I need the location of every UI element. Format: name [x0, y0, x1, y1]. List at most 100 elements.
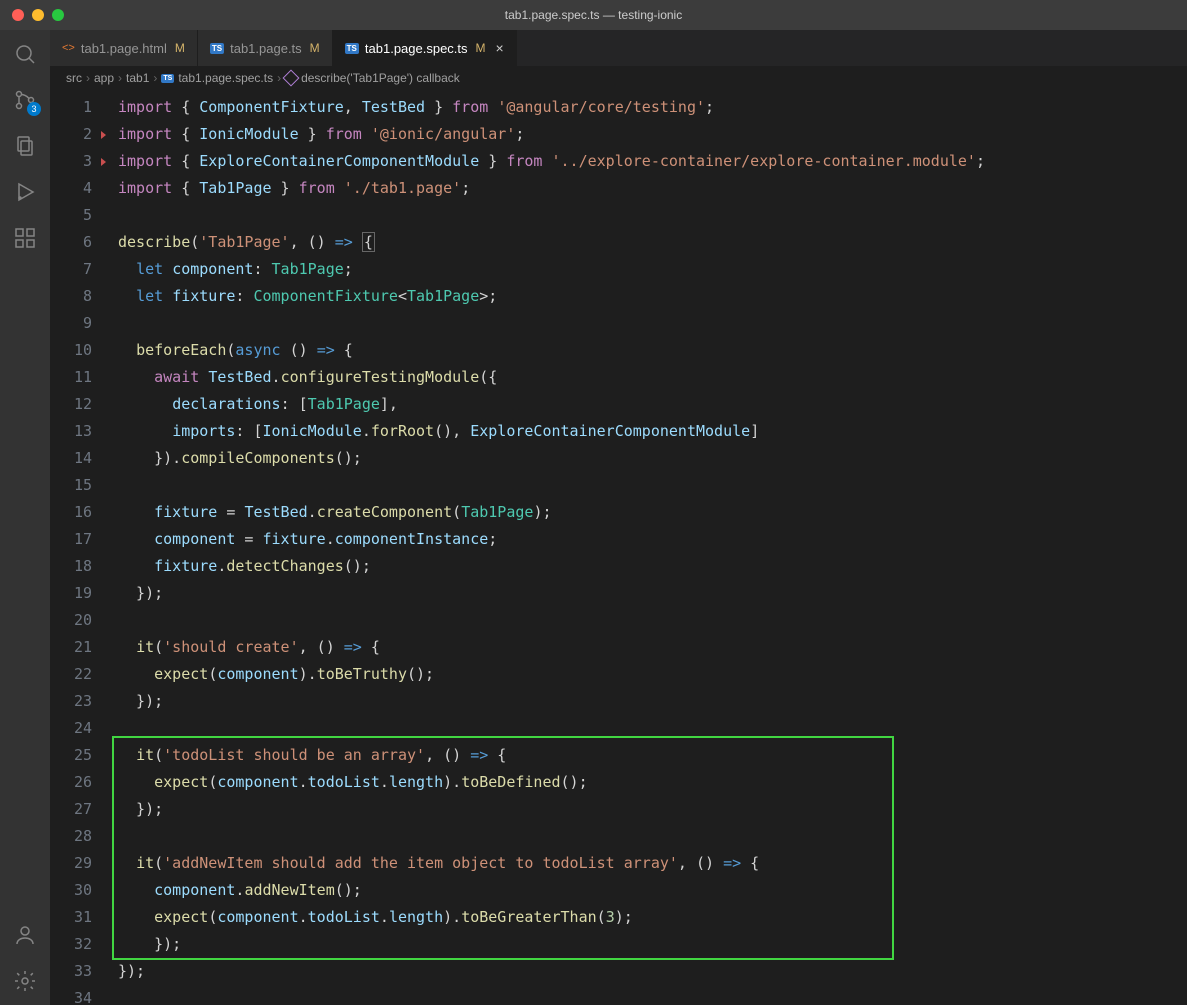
line-number: 12 [50, 391, 92, 418]
code-line[interactable]: await TestBed.configureTestingModule({ [118, 364, 1187, 391]
line-number: 13 [50, 418, 92, 445]
line-number: 6 [50, 229, 92, 256]
tab-tab1-page-html[interactable]: <> tab1.page.html M [50, 30, 198, 66]
code-line[interactable] [118, 823, 1187, 850]
scm-badge: 3 [27, 102, 41, 116]
breadcrumb-segment[interactable]: tab1.page.spec.ts [178, 71, 273, 85]
line-number-gutter: 1234567891011121314151617181920212223242… [50, 90, 110, 1005]
explorer-icon[interactable] [11, 132, 39, 160]
code-line[interactable]: }); [118, 796, 1187, 823]
line-number: 34 [50, 985, 92, 1005]
tab-tab1-page-spec-ts[interactable]: TStab1.page.spec.tsM× [333, 30, 517, 66]
code-line[interactable]: fixture = TestBed.createComponent(Tab1Pa… [118, 499, 1187, 526]
ts-file-icon: TS [345, 43, 359, 54]
close-window-button[interactable] [12, 9, 24, 21]
code-line[interactable]: it('addNewItem should add the item objec… [118, 850, 1187, 877]
line-number: 26 [50, 769, 92, 796]
code-line[interactable]: it('should create', () => { [118, 634, 1187, 661]
breadcrumb-segment[interactable]: tab1 [126, 71, 149, 85]
line-number: 8 [50, 283, 92, 310]
titlebar: tab1.page.spec.ts — testing-ionic [0, 0, 1187, 30]
breadcrumb-segment[interactable]: src [66, 71, 82, 85]
line-number: 11 [50, 364, 92, 391]
line-number: 7 [50, 256, 92, 283]
breadcrumb-separator-icon: › [86, 71, 90, 85]
line-number: 18 [50, 553, 92, 580]
tabs-bar: <> tab1.page.html M TS tab1.page.ts M TS tab1.p… [50, 30, 1187, 66]
accounts-icon[interactable] [11, 921, 39, 949]
window-controls [0, 9, 64, 21]
code-line[interactable]: }); [118, 580, 1187, 607]
code-line[interactable]: declarations: [Tab1Page], [118, 391, 1187, 418]
code-line[interactable]: imports: [IonicModule.forRoot(), Explore… [118, 418, 1187, 445]
line-number: 31 [50, 904, 92, 931]
code-line[interactable]: import { IonicModule } from '@ionic/angu… [118, 121, 1187, 148]
source-control-icon[interactable]: 3 [11, 86, 39, 114]
code-line[interactable]: import { ComponentFixture, TestBed } fro… [118, 94, 1187, 121]
code-line[interactable]: expect(component.todoList.length).toBeGr… [118, 904, 1187, 931]
code-line[interactable]: let component: Tab1Page; [118, 256, 1187, 283]
code-line[interactable]: }); [118, 931, 1187, 958]
code-line[interactable]: beforeEach(async () => { [118, 337, 1187, 364]
line-number: 28 [50, 823, 92, 850]
code-line[interactable] [118, 472, 1187, 499]
code-line[interactable]: import { Tab1Page } from './tab1.page'; [118, 175, 1187, 202]
line-number: 19 [50, 580, 92, 607]
tab-label: tab1.page.html [81, 41, 167, 56]
minimize-window-button[interactable] [32, 9, 44, 21]
code-line[interactable] [118, 607, 1187, 634]
code-line[interactable]: }); [118, 688, 1187, 715]
line-number: 21 [50, 634, 92, 661]
code-line[interactable] [118, 202, 1187, 229]
code-line[interactable]: it('todoList should be an array', () => … [118, 742, 1187, 769]
window-title: tab1.page.spec.ts — testing-ionic [505, 8, 682, 22]
code-line[interactable]: expect(component.todoList.length).toBeDe… [118, 769, 1187, 796]
code-line[interactable]: fixture.detectChanges(); [118, 553, 1187, 580]
code-line[interactable] [118, 715, 1187, 742]
maximize-window-button[interactable] [52, 9, 64, 21]
code-line[interactable]: let fixture: ComponentFixture<Tab1Page>; [118, 283, 1187, 310]
html-file-icon: <> [62, 42, 75, 54]
line-number: 27 [50, 796, 92, 823]
code-content[interactable]: import { ComponentFixture, TestBed } fro… [110, 90, 1187, 1005]
code-line[interactable]: describe('Tab1Page', () => { [118, 229, 1187, 256]
line-number: 3 [50, 148, 92, 175]
code-line[interactable]: component.addNewItem(); [118, 877, 1187, 904]
line-number: 24 [50, 715, 92, 742]
breadcrumbs[interactable]: src›app›tab1›TStab1.page.spec.ts› descri… [50, 66, 1187, 90]
tab-tab1-page-ts[interactable]: TS tab1.page.ts M [198, 30, 333, 66]
modified-indicator: M [310, 41, 320, 55]
code-line[interactable] [118, 310, 1187, 337]
search-icon[interactable] [11, 40, 39, 68]
code-line[interactable] [118, 985, 1187, 1005]
code-line[interactable]: }).compileComponents(); [118, 445, 1187, 472]
breadcrumb-segment[interactable]: describe('Tab1Page') callback [301, 71, 460, 85]
settings-icon[interactable] [11, 967, 39, 995]
tab-label: tab1.page.spec.ts [365, 41, 468, 56]
line-number: 16 [50, 499, 92, 526]
gutter-marker-icon [101, 131, 106, 139]
code-line[interactable]: import { ExploreContainerComponentModule… [118, 148, 1187, 175]
ts-file-icon: TS [210, 43, 224, 54]
breadcrumb-segment[interactable]: app [94, 71, 114, 85]
line-number: 29 [50, 850, 92, 877]
code-line[interactable]: }); [118, 958, 1187, 985]
line-number: 25 [50, 742, 92, 769]
activity-bar: 3 [0, 30, 50, 1005]
run-debug-icon[interactable] [11, 178, 39, 206]
code-editor[interactable]: 1234567891011121314151617181920212223242… [50, 90, 1187, 1005]
code-line[interactable]: expect(component).toBeTruthy(); [118, 661, 1187, 688]
code-line[interactable]: component = fixture.componentInstance; [118, 526, 1187, 553]
tab-label: tab1.page.ts [230, 41, 302, 56]
modified-indicator: M [175, 41, 185, 55]
close-tab-icon[interactable]: × [496, 40, 504, 56]
method-icon [283, 70, 300, 87]
line-number: 2 [50, 121, 92, 148]
breadcrumb-separator-icon: › [153, 71, 157, 85]
extensions-icon[interactable] [11, 224, 39, 252]
line-number: 9 [50, 310, 92, 337]
line-number: 30 [50, 877, 92, 904]
line-number: 14 [50, 445, 92, 472]
line-number: 20 [50, 607, 92, 634]
breadcrumb-separator-icon: › [118, 71, 122, 85]
